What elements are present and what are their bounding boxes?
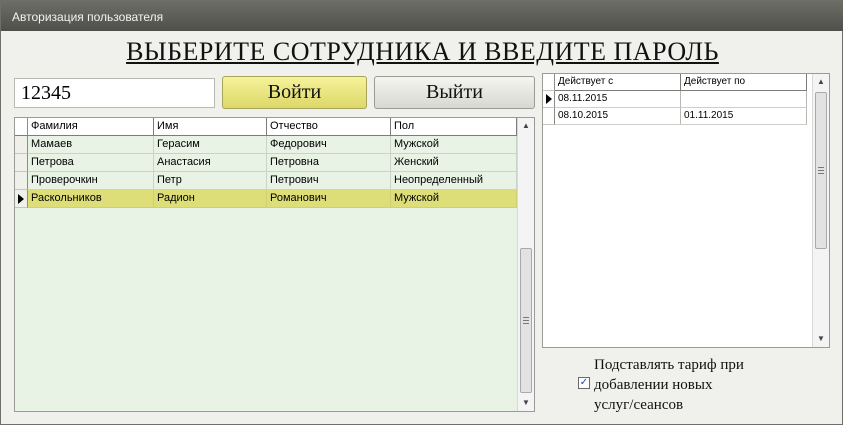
cell-last-name[interactable]: Мамаев	[28, 136, 154, 154]
grip-icon	[818, 167, 824, 174]
chevron-up-icon[interactable]: ▲	[518, 118, 534, 134]
label-line: добавлении новых	[594, 377, 713, 393]
cell-gender[interactable]: Мужской	[391, 190, 517, 208]
cell-patronymic[interactable]: Романович	[267, 190, 391, 208]
cell-last-name[interactable]: Петрова	[28, 154, 154, 172]
cell-first-name[interactable]: Герасим	[154, 136, 267, 154]
cell-last-name[interactable]: Проверочкин	[28, 172, 154, 190]
chevron-down-icon[interactable]: ▼	[813, 331, 829, 347]
column-header-gender[interactable]: Пол	[391, 118, 517, 136]
chevron-down-icon[interactable]: ▼	[518, 395, 534, 411]
row-pointer-icon	[18, 194, 24, 204]
row-selector[interactable]	[543, 91, 555, 108]
cell-valid-from[interactable]: 08.11.2015	[555, 91, 681, 108]
employees-grid[interactable]: Фамилия Имя Отчество Пол Мамаев Герасим …	[14, 117, 535, 412]
scrollbar-thumb[interactable]	[815, 92, 827, 249]
label-line: услуг/сеансов	[594, 397, 684, 413]
row-selector[interactable]	[15, 136, 28, 154]
column-header-first-name[interactable]: Имя	[154, 118, 267, 136]
cell-patronymic[interactable]: Федорович	[267, 136, 391, 154]
row-selector[interactable]	[543, 108, 555, 125]
label-line: Подставлять тариф при	[594, 357, 744, 373]
cell-first-name[interactable]: Петр	[154, 172, 267, 190]
row-selector[interactable]	[15, 190, 28, 208]
column-header-valid-from[interactable]: Действует с	[555, 74, 681, 91]
cell-gender[interactable]: Мужской	[391, 136, 517, 154]
table-row-current[interactable]: Раскольников Радион Романович Мужской	[15, 190, 517, 208]
header-selector	[543, 74, 555, 91]
substitute-tariff-label: Подставлять тариф при добавлении новых у…	[594, 355, 804, 415]
page-title: ВЫБЕРИТЕ СОТРУДНИКА И ВВЕДИТЕ ПАРОЛЬ	[126, 37, 719, 66]
cell-first-name[interactable]: Анастасия	[154, 154, 267, 172]
scrollbar-thumb[interactable]	[520, 248, 532, 393]
column-header-last-name[interactable]: Фамилия	[28, 118, 154, 136]
cell-patronymic[interactable]: Петрович	[267, 172, 391, 190]
header-selector	[15, 118, 28, 136]
row-selector[interactable]	[15, 154, 28, 172]
table-row-current[interactable]: 08.11.2015	[543, 91, 807, 108]
table-row[interactable]: Петрова Анастасия Петровна Женский	[15, 154, 517, 172]
grip-icon	[523, 317, 529, 324]
cell-last-name[interactable]: Раскольников	[28, 190, 154, 208]
employees-header: Фамилия Имя Отчество Пол	[15, 118, 517, 136]
cell-patronymic[interactable]: Петровна	[267, 154, 391, 172]
password-input[interactable]	[14, 78, 215, 108]
validity-periods-grid[interactable]: Действует с Действует по 08.11.2015 08.1…	[542, 73, 830, 348]
cell-first-name[interactable]: Радион	[154, 190, 267, 208]
row-pointer-icon	[546, 94, 552, 104]
chevron-up-icon[interactable]: ▲	[813, 74, 829, 90]
window-title: Авторизация пользователя	[1, 1, 843, 31]
cell-gender[interactable]: Неопределенный	[391, 172, 517, 190]
table-row[interactable]: 08.10.2015 01.11.2015	[543, 108, 807, 125]
column-header-valid-to[interactable]: Действует по	[681, 74, 807, 91]
employees-scrollbar[interactable]: ▲ ▼	[517, 118, 534, 411]
column-header-patronymic[interactable]: Отчество	[267, 118, 391, 136]
table-row[interactable]: Проверочкин Петр Петрович Неопределенный	[15, 172, 517, 190]
cell-valid-from[interactable]: 08.10.2015	[555, 108, 681, 125]
substitute-tariff-checkbox[interactable]: ✓	[578, 377, 590, 389]
exit-button[interactable]: Выйти	[374, 76, 535, 109]
row-selector[interactable]	[15, 172, 28, 190]
periods-scrollbar[interactable]: ▲ ▼	[812, 74, 829, 347]
periods-header: Действует с Действует по	[543, 74, 807, 91]
cell-gender[interactable]: Женский	[391, 154, 517, 172]
cell-valid-to[interactable]: 01.11.2015	[681, 108, 807, 125]
auth-window: Авторизация пользователя ВЫБЕРИТЕ СОТРУД…	[0, 0, 843, 425]
cell-valid-to[interactable]	[681, 91, 807, 108]
checkmark-icon: ✓	[579, 377, 589, 388]
table-row[interactable]: Мамаев Герасим Федорович Мужской	[15, 136, 517, 154]
login-button[interactable]: Войти	[222, 76, 367, 109]
